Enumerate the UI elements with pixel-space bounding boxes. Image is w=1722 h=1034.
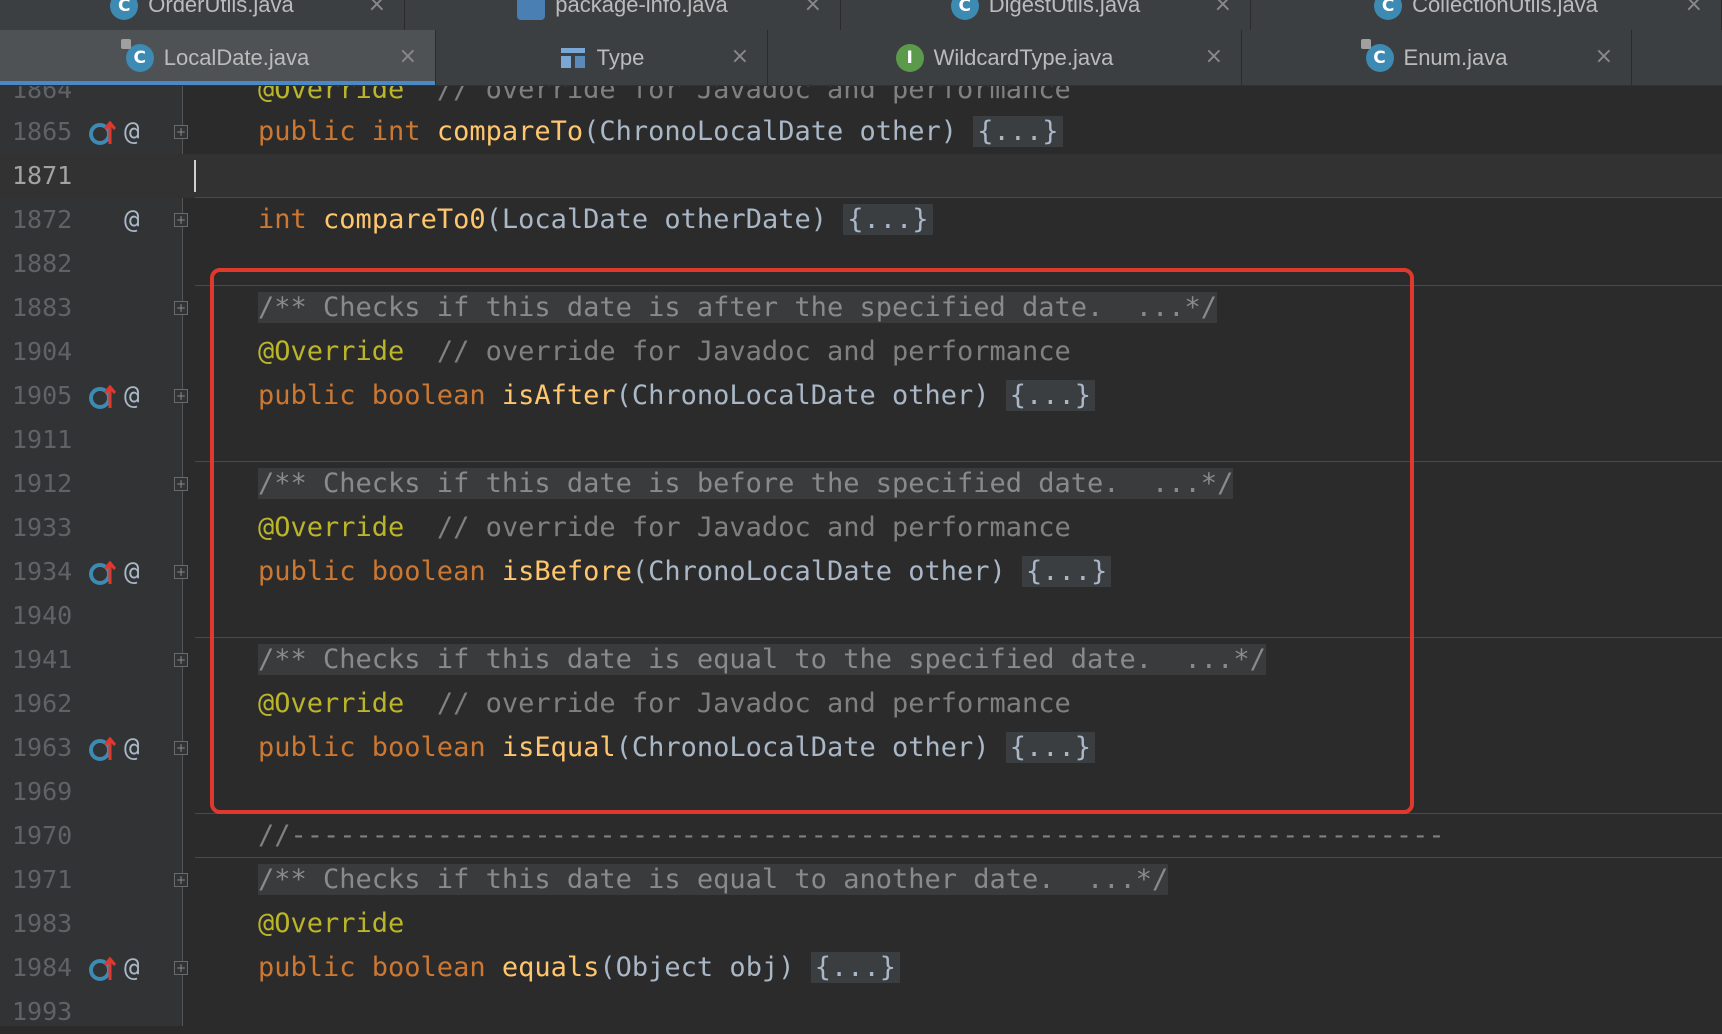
fold-expand-icon[interactable]: + [174, 873, 188, 887]
line-number: 1971 [12, 865, 73, 894]
tab-label: CollectionUtils.java [1412, 0, 1598, 17]
line-number: 1933 [12, 513, 73, 542]
line-number: 1993 [12, 997, 73, 1026]
fold-expand-icon[interactable]: + [174, 961, 188, 975]
text-caret [194, 160, 196, 192]
tab-label: Type [596, 44, 645, 70]
tab-label: package-info.java [555, 0, 728, 17]
class-icon: C [110, 0, 139, 20]
tab-localdate[interactable]: C LocalDate.java × [0, 30, 436, 85]
folded-block[interactable]: {...} [810, 952, 901, 983]
fold-expand-icon[interactable]: + [174, 653, 188, 667]
code-text: /** Checks if this date is equal to anot… [258, 858, 1169, 902]
code-line: 1983 @Override [0, 902, 1722, 946]
fold-expand-icon[interactable]: + [174, 125, 188, 139]
folded-block[interactable]: {...} [843, 204, 933, 235]
line-number: 1872 [12, 205, 73, 234]
close-icon[interactable]: × [1205, 44, 1223, 69]
tab-type[interactable]: Type × [436, 30, 768, 85]
folded-block[interactable]: {...} [973, 116, 1063, 147]
tab-orderutils[interactable]: C OrderUtils.java × [0, 0, 405, 30]
editor-tabs-row-1: C OrderUtils.java × package-info.java × … [0, 0, 1722, 31]
fold-expand-icon[interactable]: + [174, 477, 188, 491]
close-icon[interactable]: × [399, 44, 417, 69]
code-line: 1970 //---------------------------------… [0, 814, 1722, 858]
class-icon: C [950, 0, 979, 20]
close-icon[interactable]: × [731, 44, 749, 69]
line-number: 1911 [12, 425, 73, 454]
close-icon[interactable]: × [804, 0, 822, 17]
line-number: 1941 [12, 645, 73, 674]
tab-collectionutils[interactable]: C CollectionUtils.java × [1251, 0, 1722, 30]
class-icon: C [120, 38, 154, 72]
annotation-gutter-icon[interactable]: @ [124, 550, 140, 594]
line-number: 1983 [12, 909, 73, 938]
override-method-icon[interactable] [88, 954, 118, 984]
code-line: 1984 @ + public boolean equals(Object ob… [0, 946, 1722, 990]
highlight-annotation-box [210, 268, 1414, 814]
annotation-gutter-icon[interactable]: @ [124, 374, 140, 418]
fold-expand-icon[interactable]: + [174, 565, 188, 579]
close-icon[interactable]: × [1214, 0, 1232, 17]
interface-icon: I [895, 43, 924, 72]
line-number: 1984 [12, 953, 73, 982]
line-number: 1962 [12, 689, 73, 718]
code-line: 1872 @ + int compareTo0(LocalDate otherD… [0, 198, 1722, 242]
annotation-gutter-icon[interactable]: @ [124, 110, 140, 154]
code-text: int compareTo0(LocalDate otherDate) {...… [258, 198, 933, 242]
fold-expand-icon[interactable]: + [174, 741, 188, 755]
line-number: 1934 [12, 557, 73, 586]
line-number: 1970 [12, 821, 73, 850]
line-number: 1940 [12, 601, 73, 630]
editor-tabs-row-2: C LocalDate.java × Type × I WildcardType… [0, 30, 1722, 86]
tab-label: Enum.java [1403, 44, 1508, 70]
tab-label: LocalDate.java [163, 44, 310, 70]
annotation-gutter-icon[interactable]: @ [124, 726, 140, 770]
tab-label: DigestUtils.java [988, 0, 1141, 17]
override-method-icon[interactable] [88, 558, 118, 588]
line-number: 1883 [12, 293, 73, 322]
tab-overflow-area [1632, 30, 1722, 85]
tab-wildcardtype[interactable]: I WildcardType.java × [768, 30, 1242, 85]
package-icon [517, 0, 546, 20]
annotation-gutter-icon[interactable]: @ [124, 198, 140, 242]
line-number: 1865 [12, 117, 73, 146]
class-icon: C [1360, 38, 1394, 72]
close-icon[interactable]: × [368, 0, 386, 17]
code-text: @Override [258, 908, 405, 939]
line-number: 1905 [12, 381, 73, 410]
annotation-gutter-icon[interactable]: @ [124, 946, 140, 990]
code-text: public boolean equals(Object obj) {...} [258, 946, 901, 990]
folded-javadoc[interactable]: /** Checks if this date is equal to anot… [258, 864, 1169, 895]
fold-expand-icon[interactable]: + [174, 389, 188, 403]
tab-enum[interactable]: C Enum.java × [1242, 30, 1632, 85]
tab-package-info[interactable]: package-info.java × [405, 0, 841, 30]
close-icon[interactable]: × [1595, 44, 1613, 69]
code-line: 1971 + /** Checks if this date is equal … [0, 858, 1722, 902]
line-number: 1912 [12, 469, 73, 498]
line-number: 1963 [12, 733, 73, 762]
code-line: 1993 [0, 990, 1722, 1034]
override-method-icon[interactable] [88, 382, 118, 412]
line-number: 1904 [12, 337, 73, 366]
tab-digestutils[interactable]: C DigestUtils.java × [841, 0, 1251, 30]
tab-label: OrderUtils.java [148, 0, 294, 17]
fold-expand-icon[interactable]: + [174, 213, 188, 227]
code-line: 1865 @ + public int compareTo(ChronoLoca… [0, 110, 1722, 154]
tab-label: WildcardType.java [933, 44, 1114, 70]
code-text: //--------------------------------------… [258, 820, 1445, 851]
close-icon[interactable]: × [1685, 0, 1703, 17]
type-icon [559, 44, 587, 72]
override-method-icon[interactable] [88, 734, 118, 764]
override-method-icon[interactable] [88, 118, 118, 148]
line-number: 1871 [12, 161, 73, 190]
code-line-current: 1871 [0, 154, 1722, 198]
fold-expand-icon[interactable]: + [174, 301, 188, 315]
class-icon: C [1374, 0, 1403, 20]
code-text: public int compareTo(ChronoLocalDate oth… [258, 110, 1063, 154]
line-number: 1882 [12, 249, 73, 278]
line-number: 1969 [12, 777, 73, 806]
